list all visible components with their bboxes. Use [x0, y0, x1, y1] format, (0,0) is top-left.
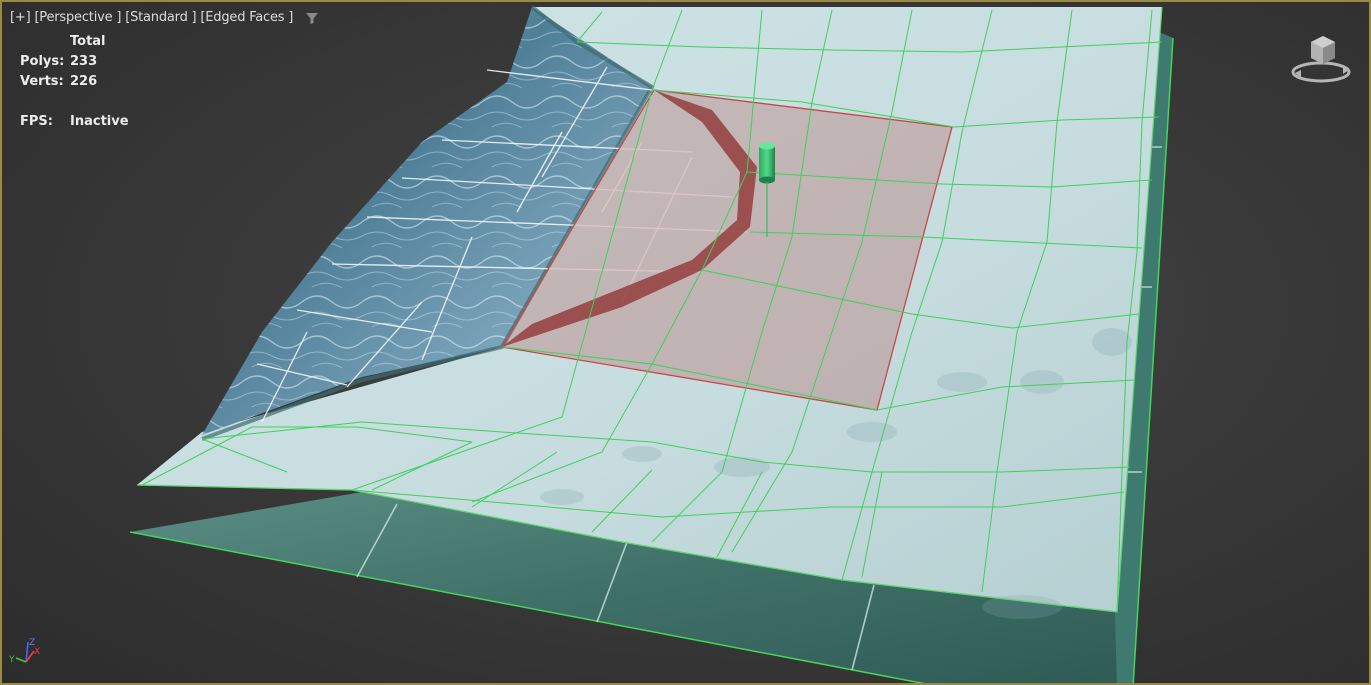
axis-x-label: X [34, 647, 40, 657]
viewport-point-of-view-menu[interactable]: [Perspective ] [34, 10, 121, 25]
verts-value: 226 [70, 74, 98, 89]
polys-value: 233 [70, 54, 98, 69]
verts-label: Verts: [20, 74, 64, 89]
viewport-plus-menu[interactable]: [+] [10, 10, 31, 25]
axis-tripod-icon: Z Y X [8, 638, 40, 665]
stats-fps-row: FPS: Inactive [20, 112, 129, 132]
stats-verts-row: Verts: 226 [20, 72, 129, 92]
viewcube-icon[interactable] [1287, 30, 1359, 90]
filter-icon[interactable] [305, 11, 319, 25]
stats-header: Total [70, 34, 106, 49]
viewport-shading-menu[interactable]: [Standard ] [125, 10, 196, 25]
statistics-overlay: Total Polys: 233 Verts: 226 FPS: Inactiv… [20, 32, 129, 132]
axis-y-label: Y [8, 655, 15, 665]
fps-label: FPS: [20, 114, 53, 129]
scene-geometry[interactable] [2, 2, 1371, 685]
perspective-viewport[interactable]: [+] [Perspective ] [Standard ] [Edged Fa… [0, 0, 1371, 685]
polys-label: Polys: [20, 54, 65, 69]
stats-polys-row: Polys: 233 [20, 52, 129, 72]
viewport-label: [+] [Perspective ] [Standard ] [Edged Fa… [10, 10, 319, 25]
fps-value: Inactive [70, 114, 129, 129]
viewport-display-menu[interactable]: [Edged Faces ] [200, 10, 293, 25]
